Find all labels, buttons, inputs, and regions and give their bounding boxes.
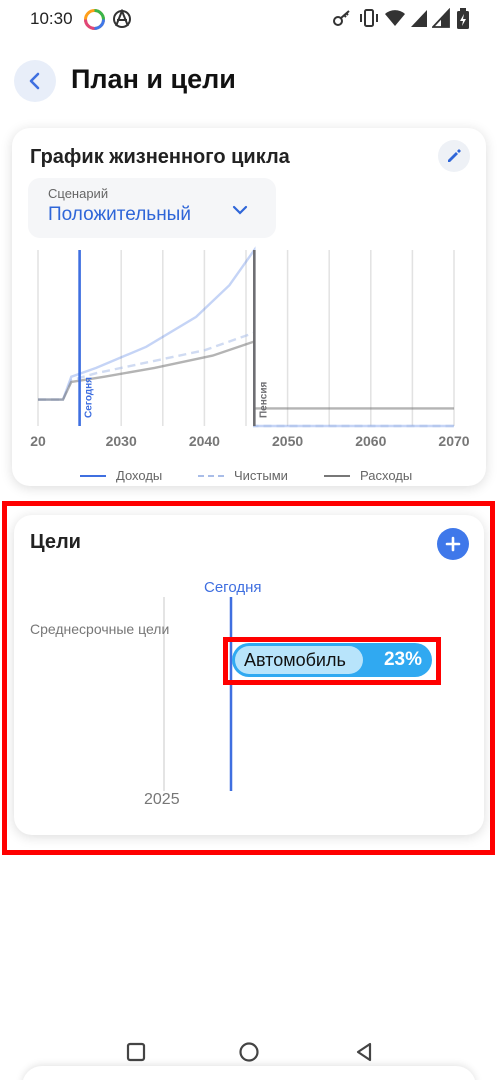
battery-icon [457,8,469,29]
legend-label-expenses: Расходы [360,468,413,483]
chart-legend: Доходы Чистыми Расходы [12,468,486,492]
highlight-frame-goal [223,637,441,685]
lifecycle-card: Сегодня Пенсия 20 2030 2040 2050 2060 2070 Граф… [12,128,486,486]
chart-tick-2050: 2050 [272,433,303,449]
key-icon [333,10,350,26]
lifecycle-card-title: График жизненного цикла [30,146,290,168]
legend-label-net: Чистыми [234,468,288,483]
page-title: План и цели [71,64,236,94]
scenario-value: Положительный [48,204,191,225]
legend-swatch-net [198,474,224,477]
legend-swatch-expenses [324,474,350,477]
edit-button[interactable] [438,140,470,172]
goal-row-label: Среднесрочные цели [30,621,170,637]
today-marker-label: Сегодня [84,377,95,418]
vibrate-icon [360,9,378,27]
home-button[interactable] [236,1039,262,1065]
back-arrow-icon [29,72,40,90]
status-time: 10:30 [30,9,73,28]
chart-tick-2040: 2040 [189,433,220,449]
signal-icon-2 [432,8,450,28]
status-bar: 10:30 [0,0,498,40]
home-circle-icon [239,1042,259,1062]
pencil-icon [448,149,461,162]
plus-icon [445,536,461,552]
year-label: 2025 [144,791,180,808]
scenario-label: Сценарий [48,186,109,201]
pension-marker-label: Пенсия [258,382,269,418]
legend-item-net: Чистыми [198,468,288,483]
legend-item-expenses: Расходы [324,468,412,483]
app-header: План и цели [0,50,498,110]
today-label: Сегодня [204,579,262,596]
chart-tick-2070: 2070 [438,433,469,449]
legend-item-income: Доходы [80,468,162,483]
chevron-down-icon [232,205,248,215]
bottom-navigation [22,1066,476,1080]
anarchy-icon [113,9,131,28]
chart-tick-2030: 2030 [106,433,137,449]
back-nav-button[interactable] [351,1039,377,1065]
chart-tick-2060: 2060 [355,433,386,449]
recents-square-icon [126,1042,146,1062]
recents-button[interactable] [123,1039,149,1065]
signal-icon [411,10,427,27]
add-goal-button[interactable] [437,528,469,560]
wifi-icon [385,10,405,26]
back-triangle-icon [356,1042,372,1062]
back-button[interactable] [14,60,56,102]
legend-swatch-income [80,474,106,477]
legend-label-income: Доходы [116,468,163,483]
scenario-dropdown[interactable]: Сценарий Положительный [28,178,276,238]
goals-card-title: Цели [30,531,81,553]
app-logo-icon [84,9,105,30]
chart-tick-2020: 20 [30,433,46,449]
